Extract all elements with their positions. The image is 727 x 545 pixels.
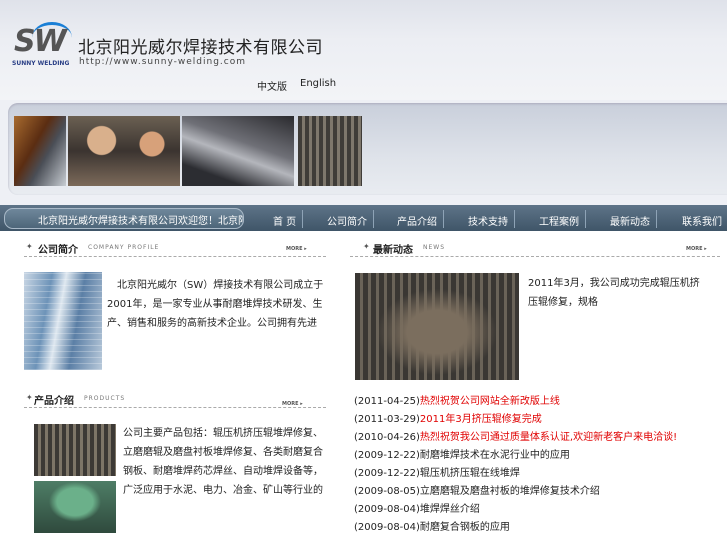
banner-photo-workshop [182, 116, 294, 186]
news-subtitle: NEWS [423, 244, 446, 251]
divider [350, 256, 720, 257]
nav-divider [656, 210, 657, 228]
about-subtitle: COMPANY PROFILE [88, 244, 160, 251]
nav-divider [585, 210, 586, 228]
news-featured-text[interactable]: 2011年3月，我公司成功完成辊压机挤压辊修复，规格RPV1150*1000RP… [528, 274, 700, 312]
products-title: 产品介绍 [34, 396, 74, 407]
news-featured-photo[interactable] [355, 273, 519, 380]
nav-cases[interactable]: 工程案例 [539, 213, 579, 228]
section-bullet-icon: ✦ [363, 242, 370, 251]
news-more-link[interactable]: MORE ▸ [686, 246, 707, 252]
news-item[interactable]: (2009-08-04)耐磨复合钢板的应用 [354, 518, 510, 533]
nav-divider [514, 210, 515, 228]
product-photo-equipment[interactable] [34, 481, 116, 533]
section-bullet-icon: ✦ [26, 393, 33, 402]
nav-products[interactable]: 产品介绍 [397, 213, 437, 228]
about-text: 北京阳光威尔（SW）焊接技术有限公司成立于2001年，是一家专业从事耐磨堆焊技术… [107, 280, 324, 329]
nav-divider [302, 210, 303, 228]
products-subtitle: PRODUCTS [84, 395, 126, 402]
nav-divider [443, 210, 444, 228]
banner-photo-roller [298, 116, 362, 186]
nav-news[interactable]: 最新动态 [610, 213, 650, 228]
news-item[interactable]: (2009-12-22)耐磨堆焊技术在水泥行业中的应用 [354, 446, 570, 461]
about-title: 公司简介 [38, 245, 78, 256]
news-item[interactable]: (2009-08-05)立磨磨辊及磨盘衬板的堆焊修复技术介绍 [354, 482, 600, 497]
nav-about[interactable]: 公司简介 [327, 213, 367, 228]
lang-chinese-link[interactable]: 中文版 [257, 78, 287, 93]
nav-home[interactable]: 首 页 [273, 213, 296, 228]
nav-support[interactable]: 技术支持 [468, 213, 508, 228]
divider [24, 256, 326, 257]
logo-mark: SW [14, 24, 67, 59]
news-item[interactable]: (2011-04-25)热烈祝贺公司网站全新改版上线 [354, 392, 560, 407]
banner-photo-furnace [14, 116, 66, 186]
welcome-marquee: 北京阳光威尔焊接技术有限公司欢迎您！北京阳光威尔焊接技术有限公司 [4, 208, 244, 229]
lang-english-link[interactable]: English [300, 78, 336, 89]
news-title: 最新动态 [373, 245, 413, 256]
nav-divider [373, 210, 374, 228]
news-item[interactable]: (2011-03-29)2011年3月挤压辊修复完成 [354, 410, 542, 425]
products-text: 公司主要产品包括：辊压机挤压辊堆焊修复、立磨磨辊及磨盘衬板堆焊修复、各类耐磨复合… [123, 428, 323, 496]
company-logo[interactable]: SW SUNNY WELDING [12, 20, 74, 76]
company-name: 北京阳光威尔焊接技术有限公司 [78, 38, 323, 58]
product-photo-roller[interactable] [34, 424, 116, 476]
banner-photo-workers [68, 116, 180, 186]
about-more-link[interactable]: MORE ▸ [286, 246, 307, 252]
section-bullet-icon: ✦ [26, 242, 33, 251]
site-url: http://www.sunny-welding.com [79, 57, 247, 67]
news-item[interactable]: (2010-04-26)热烈祝贺我公司通过质量体系认证,欢迎新老客户来电洽谈! [354, 428, 677, 443]
news-item[interactable]: (2009-12-22)辊压机挤压辊在线堆焊 [354, 464, 520, 479]
building-photo [24, 272, 102, 370]
divider [24, 407, 326, 408]
news-item[interactable]: (2009-08-04)堆焊焊丝介绍 [354, 500, 480, 515]
nav-contact[interactable]: 联系我们 [682, 213, 722, 228]
logo-caption: SUNNY WELDING [12, 60, 70, 67]
